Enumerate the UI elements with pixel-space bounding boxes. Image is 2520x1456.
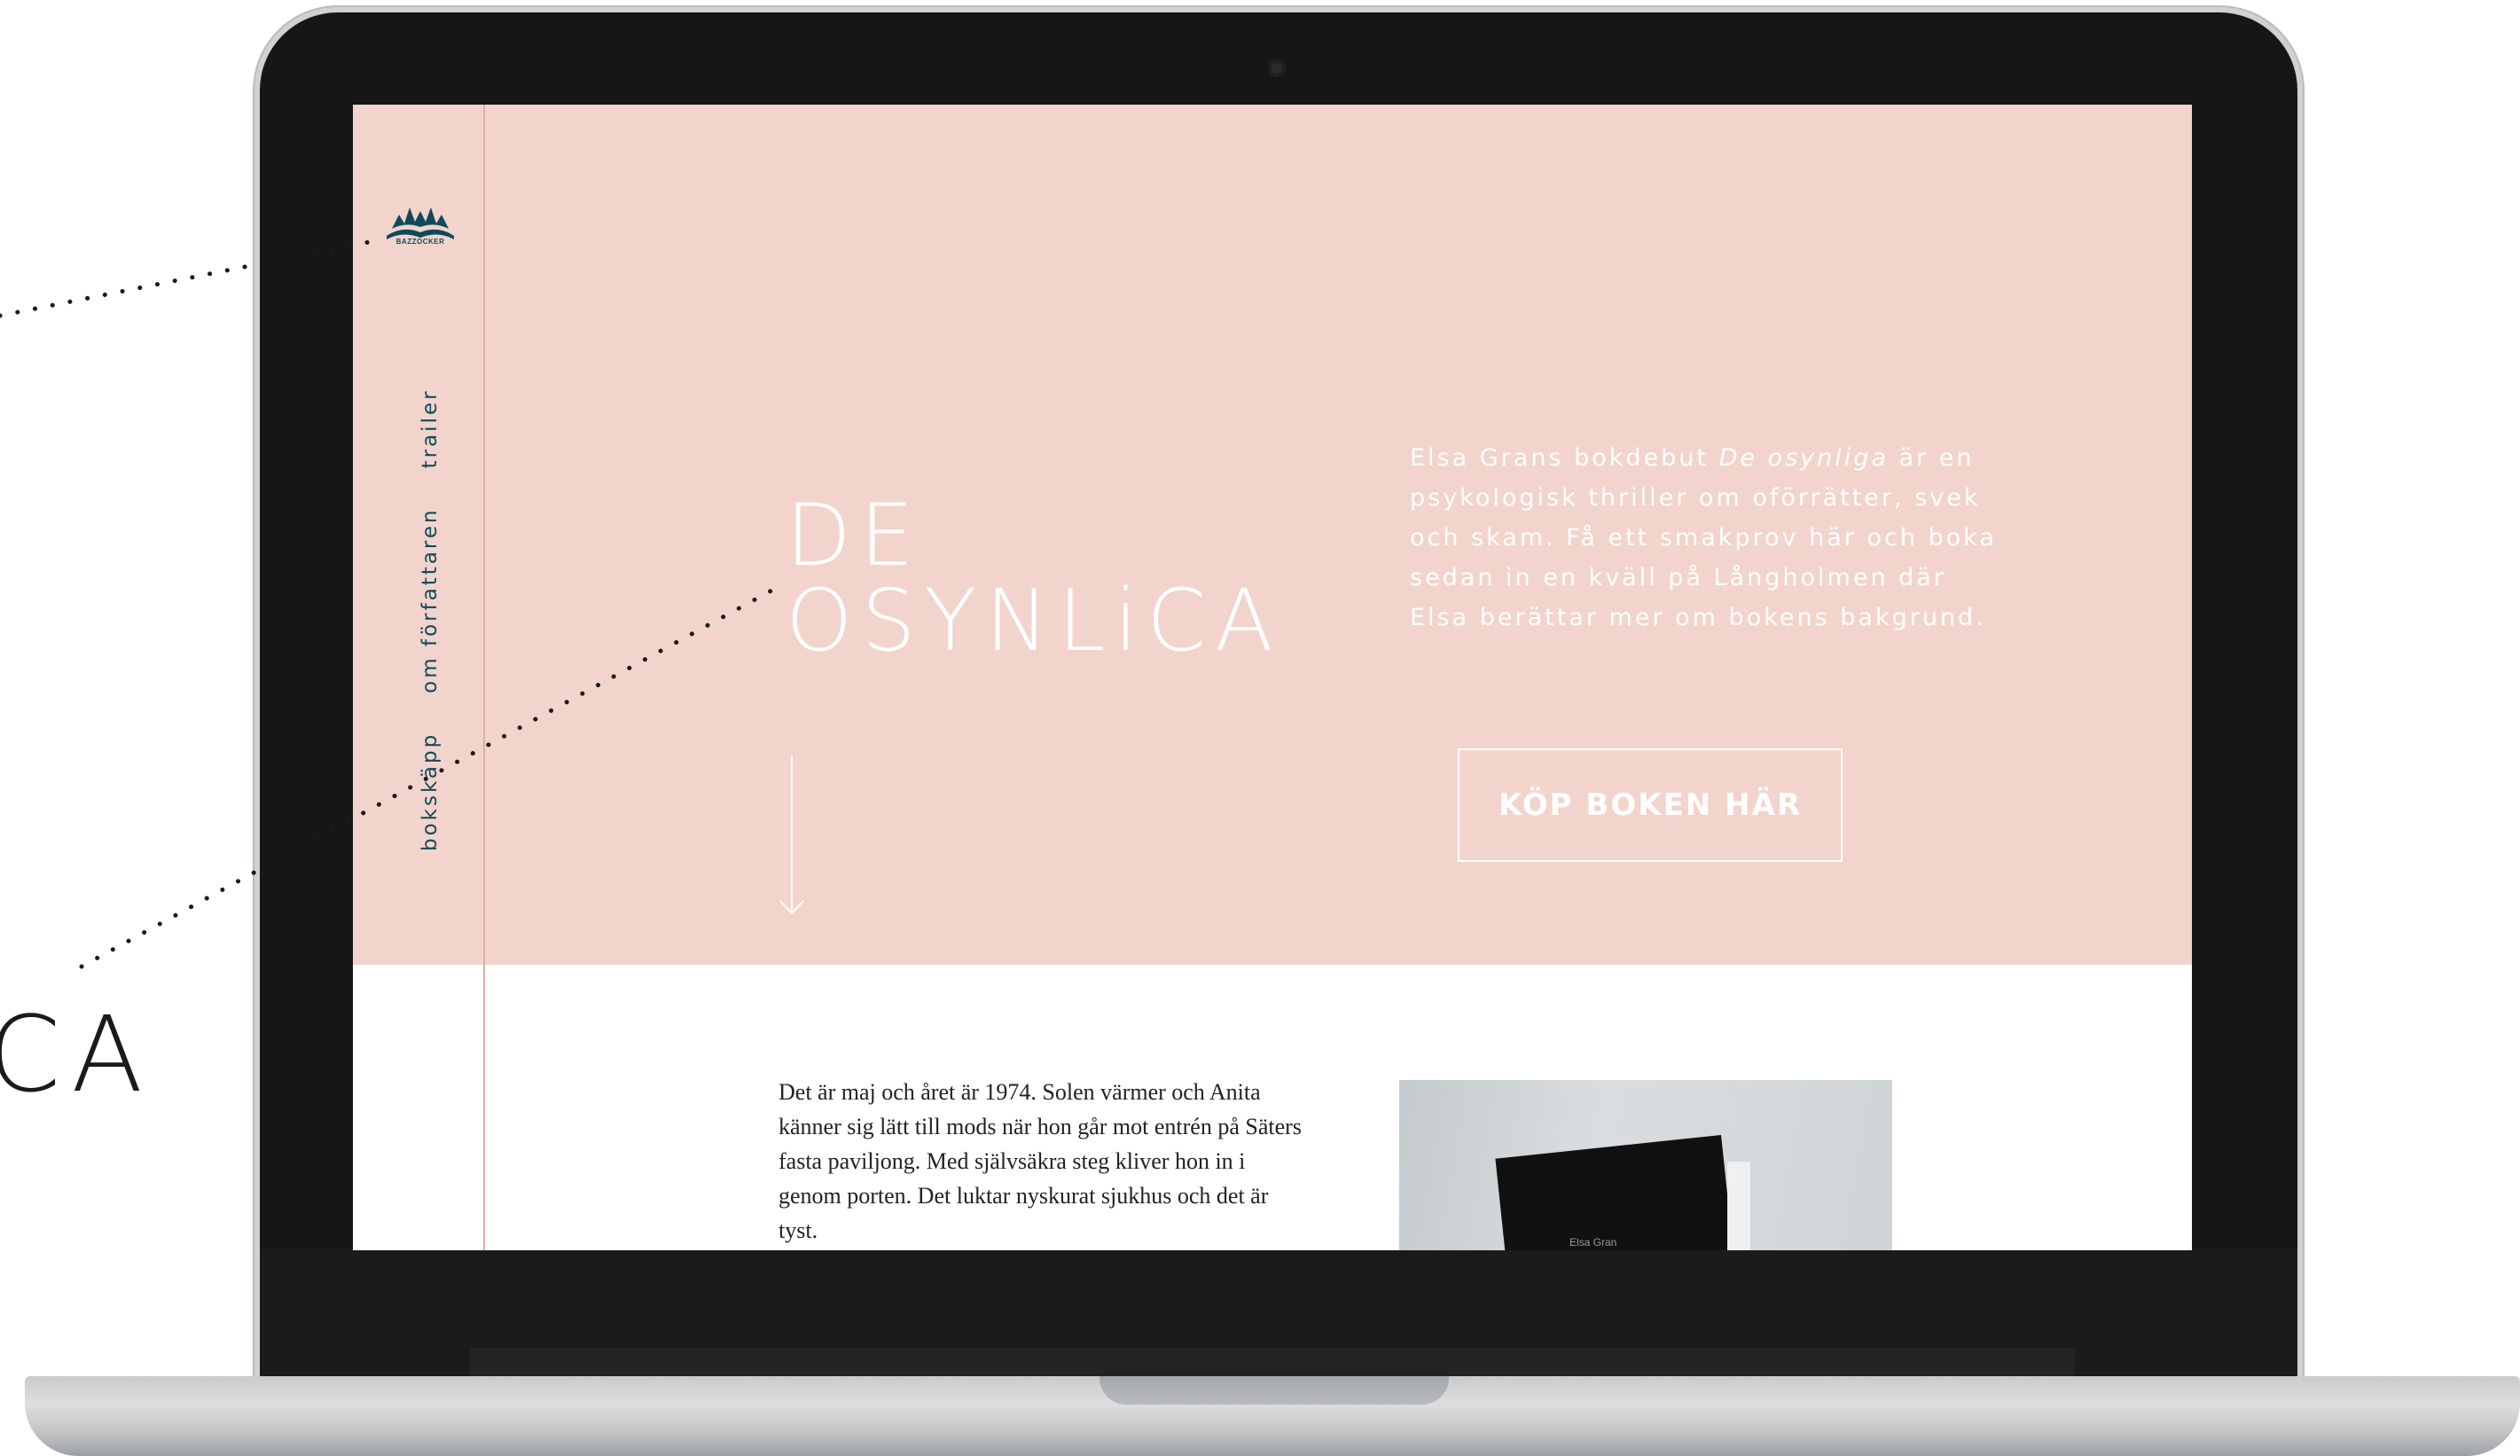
nav-om-forfattaren[interactable]: om författaren	[417, 507, 443, 693]
website-screen: BAZZOCKER bokskäpp om författaren traile…	[353, 105, 2192, 1250]
book-title: DE OSYNLiCA	[786, 493, 1282, 663]
description-lead: Elsa Grans bokdebut	[1410, 444, 1719, 472]
description-body: är en psykologisk thriller om oförrätter…	[1410, 444, 1997, 631]
book-cover-author: Elsa Gran	[1569, 1236, 1617, 1249]
book-excerpt: Det är maj och året är 1974. Solen värme…	[779, 1079, 1302, 1243]
publisher-logo-text: BAZZOCKER	[395, 238, 445, 246]
webcam-icon	[1268, 59, 1286, 77]
book-title-line-2: OSYNLiCA	[786, 571, 1282, 670]
book-pages	[1727, 1162, 1750, 1250]
book-title-line-1: DE	[786, 486, 923, 585]
side-navigation: bokskäpp om författaren trailer	[417, 388, 443, 851]
book-photo: Elsa Gran	[1399, 1080, 1892, 1250]
book-cover	[1495, 1134, 1733, 1250]
arrow-down-icon[interactable]	[777, 888, 807, 919]
nav-trailer[interactable]: trailer	[417, 388, 443, 468]
buy-book-button[interactable]: KÖP BOKEN HÄR	[1458, 748, 1843, 862]
laptop-base-notch	[1100, 1376, 1449, 1405]
book-description: Elsa Grans bokdebut De osynliga är en ps…	[1410, 438, 2002, 638]
sidebar-divider	[483, 105, 485, 1250]
nav-bokskapp[interactable]: bokskäpp	[417, 732, 443, 851]
callout-title-fragment: CA	[0, 993, 154, 1115]
description-book-title: De osynliga	[1718, 444, 1889, 472]
